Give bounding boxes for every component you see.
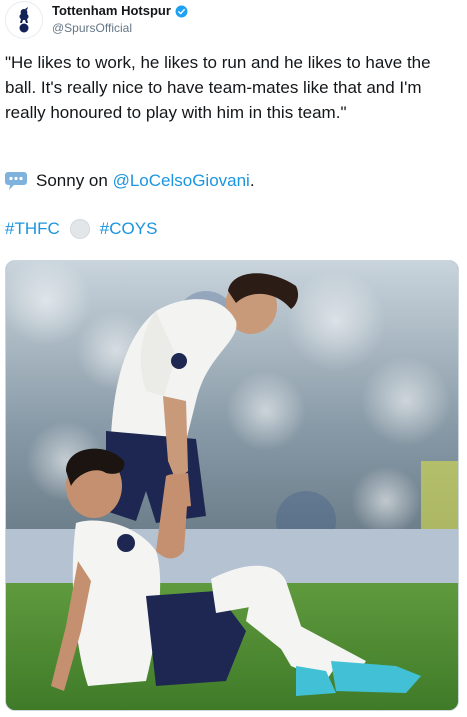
tweet-credit-line: Sonny on @LoCelsoGiovani . (5, 168, 463, 193)
display-name[interactable]: Tottenham Hotspur (52, 3, 171, 19)
tweet-photo[interactable] (5, 260, 459, 711)
mention-link[interactable]: @LoCelsoGiovani (113, 168, 250, 193)
user-handle[interactable]: @SpursOfficial (52, 20, 188, 36)
spurs-cockerel-logo-icon (19, 7, 29, 33)
football-emoji-icon (69, 218, 90, 239)
tweet-header: Tottenham Hotspur @SpursOfficial (0, 0, 467, 44)
speech-balloon-icon (5, 171, 27, 190)
tweet-quote: "He likes to work, he likes to run and h… (5, 53, 431, 122)
profile-avatar[interactable] (5, 1, 43, 39)
photo-players-image (6, 261, 458, 710)
hashtag-coys-link[interactable]: #COYS (100, 216, 158, 241)
credit-prefix: Sonny on (36, 171, 113, 190)
hashtag-thfc-link[interactable]: #THFC (5, 216, 60, 241)
credit-suffix: . (249, 171, 255, 190)
hashtag-line: #THFC #COYS (5, 216, 463, 241)
verified-badge-icon (175, 5, 188, 17)
